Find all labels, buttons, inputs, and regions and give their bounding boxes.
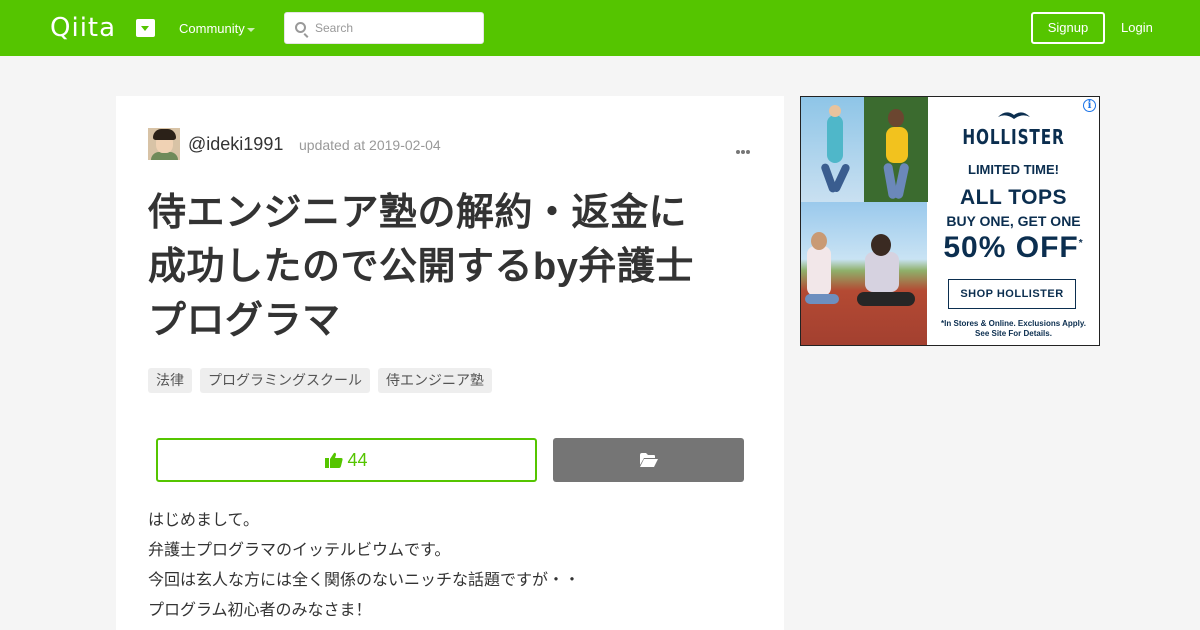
hollister-seagull-icon [998,112,1030,119]
chevron-down-icon[interactable] [247,28,255,32]
ad-disclaimer-line: *In Stores & Online. Exclusions Apply. [941,319,1086,328]
title-line: 成功したので公開するby弁護士 [148,246,694,288]
author-name[interactable]: @ideki1991 [188,133,283,155]
community-menu[interactable]: Community [179,21,245,37]
avatar[interactable] [148,128,180,160]
ad-headline: BUY ONE, GET ONE [946,213,1081,229]
search-box [284,12,484,44]
tag[interactable]: プログラミングスクール [200,368,370,393]
tag[interactable]: 侍エンジニア塾 [378,368,492,393]
logo-dropdown-icon[interactable] [136,19,155,37]
body-line: 今回は玄人な方には全く関係のないニッチな話題ですが・・ [148,572,581,589]
hollister-ad-banner[interactable]: i HOLLISTER LIMITED TIME! ALL TOPS BUY O… [800,96,1100,346]
ad-offer-panel: HOLLISTER LIMITED TIME! ALL TOPS BUY ONE… [928,97,1099,345]
ad-disclaimer-line: See Site For Details. [975,329,1052,338]
ad-disclaimer: *In Stores & Online. Exclusions Apply. S… [928,319,1099,339]
thumbs-up-icon [325,452,344,468]
body-line: はじめまして。 [148,512,260,529]
login-link[interactable]: Login [1121,20,1153,36]
ad-photo [864,97,928,202]
body-line: 弁護士プログラマのイッテルビウムです。 [148,542,451,559]
tag-list: 法律 プログラミングスクール 侍エンジニア塾 [148,368,492,393]
ad-photo [801,202,927,345]
title-line: プログラマ [148,300,341,342]
shop-hollister-button[interactable]: SHOP HOLLISTER [948,279,1076,309]
qiita-logo[interactable]: Qiita [50,13,116,43]
ad-headline: LIMITED TIME! [968,162,1059,177]
ad-discount-mark: * [1078,238,1084,249]
tag[interactable]: 法律 [148,368,192,393]
title-line: 侍エンジニア塾の解約・返金に [148,192,688,234]
top-navbar: Qiita Community Signup Login [0,0,1200,56]
ad-discount: 50% OFF* [928,231,1099,265]
ad-brand: HOLLISTER [962,125,1065,149]
search-input[interactable] [315,13,480,43]
like-button[interactable]: 44 [156,438,537,482]
article-card: @ideki1991 updated at 2019-02-04 侍エンジニア塾… [116,96,784,630]
folder-open-icon [639,453,658,467]
signup-button[interactable]: Signup [1031,12,1105,44]
body-line: プログラム初心者のみなさま！ [148,602,372,619]
like-count: 44 [347,449,368,470]
ad-discount-value: 50% OFF [943,231,1079,264]
article-body: はじめまして。 弁護士プログラマのイッテルビウムです。 今回は玄人な方には全く関… [148,506,580,626]
updated-date: updated at 2019-02-04 [299,137,441,153]
stock-button[interactable] [553,438,744,482]
ad-photo [801,97,864,202]
ad-headline: ALL TOPS [959,186,1068,209]
article-title: 侍エンジニア塾の解約・返金に 成功したので公開するby弁護士 プログラマ [148,186,748,348]
ad-photo-collage [801,97,928,345]
more-options-icon[interactable] [736,141,751,159]
search-icon [295,22,306,33]
